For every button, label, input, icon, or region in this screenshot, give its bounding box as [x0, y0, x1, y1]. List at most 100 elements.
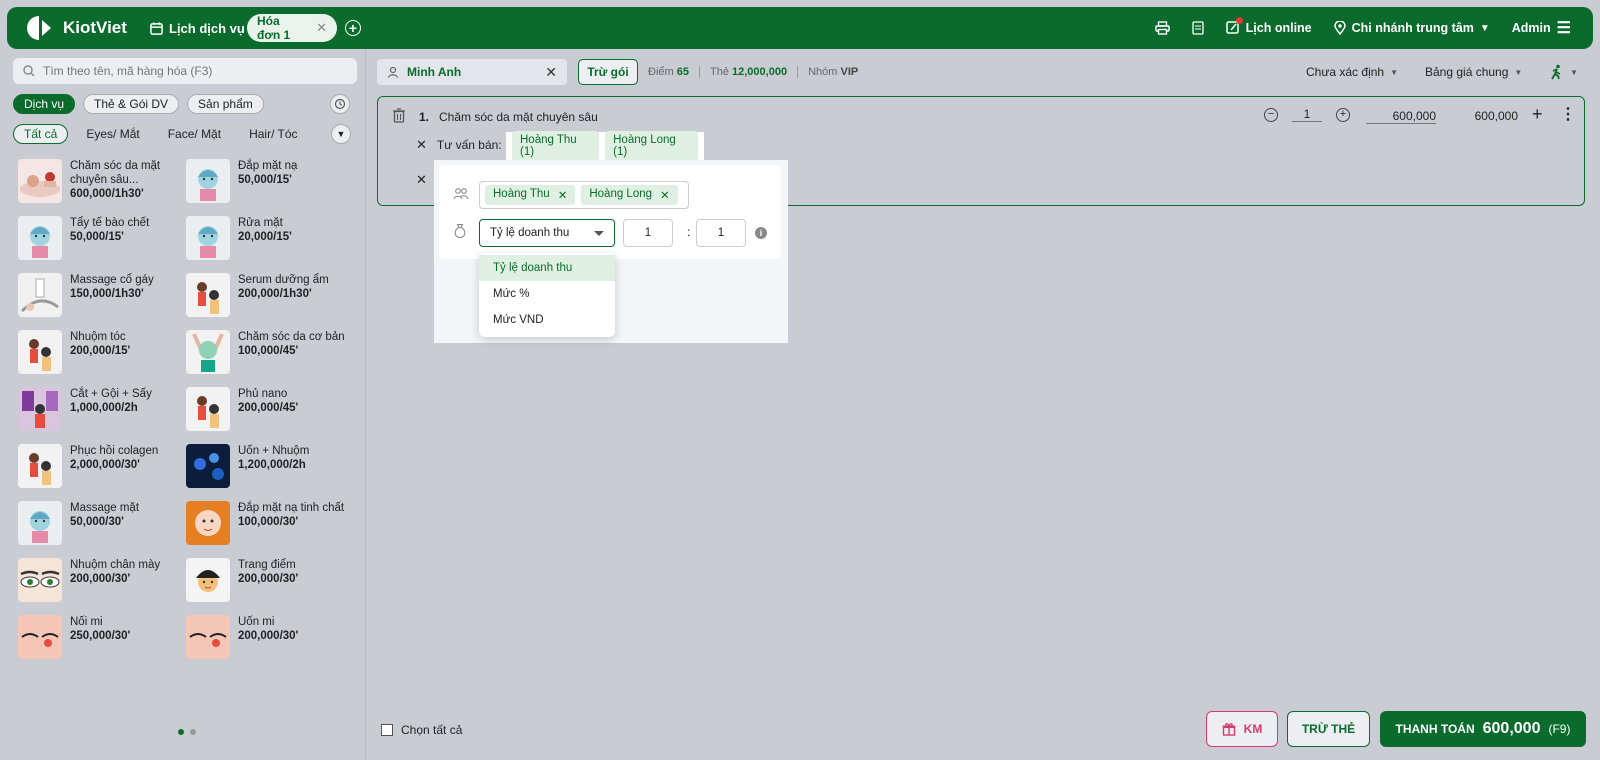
history-icon[interactable] — [330, 94, 350, 114]
staff-tag[interactable]: Hoàng Thu ✕ — [485, 185, 576, 205]
product-item[interactable]: Uốn + Nhuộm 1,200,000/2h — [186, 444, 354, 490]
product-item[interactable]: Massage cổ gáy 150,000/1h30' — [18, 273, 186, 319]
advisor-tags[interactable]: Hoàng Thu (1) Hoàng Long (1) — [506, 131, 704, 161]
subcategory-more-icon[interactable]: ▼ — [331, 124, 351, 144]
clear-customer-icon[interactable]: ✕ — [545, 64, 557, 81]
tru-the-button[interactable]: TRỪ THẺ — [1287, 711, 1370, 747]
product-item[interactable]: Phục hồi colagen 2,000,000/30' — [18, 444, 186, 490]
minus-icon[interactable]: − — [1264, 107, 1278, 122]
tab-invoice-label: Hóa đơn 1 — [257, 14, 291, 42]
product-item[interactable]: Chăm sóc da cơ bản 100,000/45' — [186, 330, 354, 376]
product-name: Serum dưỡng ẩm — [238, 274, 329, 286]
category-san-pham[interactable]: Sản phẩm — [187, 94, 264, 114]
product-item[interactable]: Tẩy tế bào chết 50,000/15' — [18, 216, 186, 262]
close-tab-icon[interactable]: ✕ — [316, 20, 327, 36]
product-item[interactable]: Nhuộm chân mày 200,000/30' — [18, 558, 186, 604]
product-item[interactable]: Nối mi 250,000/30' — [18, 615, 186, 661]
select-all[interactable]: Chọn tất cả — [381, 723, 462, 737]
line-title: 1. Chăm sóc da mặt chuyên sâu — [419, 110, 598, 124]
customer-info: Điểm 65 Thẻ 12,000,000 Nhóm VIP — [648, 59, 858, 85]
search-input[interactable] — [43, 64, 343, 78]
product-item[interactable]: Rửa mặt 20,000/15' — [186, 216, 354, 262]
user-menu[interactable]: Admin ☰ — [1512, 18, 1571, 38]
ratio-colon: : — [687, 225, 691, 239]
chevron-down-icon: ▼ — [1390, 67, 1398, 77]
staff-input[interactable]: Hoàng Thu ✕ Hoàng Long ✕ — [479, 181, 689, 209]
line-total: 600,000 — [1474, 109, 1518, 123]
status-value: Chưa xác định — [1306, 65, 1385, 79]
page-dot-active[interactable] — [178, 729, 184, 735]
customer-field[interactable]: Minh Anh ✕ — [377, 59, 567, 85]
add-tab-icon[interactable]: + — [345, 20, 361, 36]
product-item[interactable]: Nhuộm tóc 200,000/15' — [18, 330, 186, 376]
ratio-type-select[interactable]: Tỷ lệ doanh thu — [479, 219, 615, 247]
product-item[interactable]: Đắp mặt nạ tinh chất 100,000/30' — [186, 501, 354, 547]
category-dich-vu[interactable]: Dịch vụ — [13, 94, 76, 114]
product-item[interactable]: Chăm sóc da mặt chuyên sâu... 600,000/1h3… — [18, 159, 186, 205]
online-schedule-link[interactable]: Lịch online — [1225, 16, 1312, 37]
product-name: Nối mi — [70, 616, 103, 628]
product-search[interactable] — [13, 58, 357, 84]
remove-advisor-icon[interactable]: ✕ — [416, 137, 427, 153]
info-icon[interactable]: i — [755, 227, 767, 239]
logo[interactable]: KiotViet — [27, 7, 127, 49]
price-list-select[interactable]: Bảng giá chung ▼ — [1425, 59, 1522, 85]
unit-price-input[interactable]: 600,000 — [1366, 109, 1436, 124]
product-item[interactable]: Đắp mặt nạ 50,000/15' — [186, 159, 354, 205]
staff-tag[interactable]: Hoàng Long ✕ — [581, 185, 678, 205]
product-thumbnail — [186, 387, 230, 431]
top-right-actions: Lịch online Chi nhánh trung tâm ▼ Admin … — [1154, 7, 1571, 49]
tru-goi-button[interactable]: Trừ gói — [578, 59, 638, 85]
more-options-icon[interactable]: ⋮ — [1560, 104, 1576, 124]
promotion-button[interactable]: KM — [1206, 711, 1278, 747]
print-icon[interactable] — [1154, 21, 1170, 35]
product-thumbnail — [18, 216, 62, 260]
subcategory-all[interactable]: Tất cả — [13, 124, 69, 144]
category-the-goi[interactable]: Thẻ & Gói DV — [83, 94, 180, 114]
subcategory-face[interactable]: Face/ Mặt — [158, 124, 231, 144]
hamburger-menu-icon[interactable]: ☰ — [1557, 18, 1571, 38]
product-item[interactable]: Cắt + Gội + Sấy 1,000,000/2h — [18, 387, 186, 433]
product-thumbnail — [18, 330, 62, 374]
quantity-stepper: − 1 + — [1264, 107, 1350, 122]
advisor-tag[interactable]: Hoàng Long (1) — [605, 131, 698, 161]
service-schedule-link[interactable]: Lịch dịch vụ — [150, 7, 245, 49]
staff-tag-label: Hoàng Long — [589, 188, 653, 200]
ratio-type-dropdown: Tỷ lệ doanh thu Mức % Mức VND — [479, 253, 615, 337]
subcategory-eyes[interactable]: Eyes/ Mắt — [76, 124, 149, 144]
line-name[interactable]: Chăm sóc da mặt chuyên sâu — [439, 110, 598, 124]
checkout-button[interactable]: THANH TOÁN 600,000 (F9) — [1380, 711, 1586, 747]
add-line-icon[interactable]: + — [1532, 104, 1543, 125]
ratio-b-input[interactable]: 1 — [696, 219, 746, 247]
dropdown-option-ty-le[interactable]: Tỷ lệ doanh thu — [479, 255, 615, 281]
tab-invoice-1[interactable]: Hóa đơn 1 ✕ — [247, 14, 337, 42]
line-index: 1. — [419, 110, 430, 124]
checkout-label: THANH TOÁN — [1395, 722, 1475, 736]
select-all-checkbox[interactable] — [381, 724, 393, 736]
remove-staff-icon[interactable]: ✕ — [660, 188, 670, 202]
branch-selector[interactable]: Chi nhánh trung tâm ▼ — [1333, 21, 1490, 35]
dropdown-option-muc-vnd[interactable]: Mức VND — [479, 307, 615, 333]
remove-row-icon[interactable]: ✕ — [416, 172, 427, 188]
product-item[interactable]: Serum dưỡng ẩm 200,000/1h30' — [186, 273, 354, 319]
page-dot[interactable] — [190, 729, 196, 735]
staff-group-icon — [453, 187, 469, 204]
product-item[interactable]: Uốn mi 200,000/30' — [186, 615, 354, 661]
subcategory-hair[interactable]: Hair/ Tóc — [239, 124, 307, 144]
remove-staff-icon[interactable]: ✕ — [558, 188, 568, 202]
status-select[interactable]: Chưa xác định ▼ — [1306, 59, 1398, 85]
product-name: Tẩy tế bào chết — [70, 217, 150, 229]
quantity-input[interactable]: 1 — [1292, 107, 1322, 122]
advisor-tag[interactable]: Hoàng Thu (1) — [512, 131, 600, 161]
product-item[interactable]: Trang điểm 200,000/30' — [186, 558, 354, 604]
walk-mode-select[interactable]: ▼ — [1550, 59, 1578, 85]
ratio-a-input[interactable]: 1 — [623, 219, 673, 247]
plus-icon[interactable]: + — [1336, 107, 1350, 122]
dropdown-option-muc-pct[interactable]: Mức % — [479, 281, 615, 307]
product-thumbnail — [18, 615, 62, 659]
product-item[interactable]: Massage mặt 50,000/30' — [18, 501, 186, 547]
receipt-icon[interactable] — [1192, 21, 1204, 35]
trash-icon[interactable] — [392, 108, 406, 126]
product-item[interactable]: Phủ nano 200,000/45' — [186, 387, 354, 433]
product-price: 250,000/30' — [70, 630, 131, 642]
